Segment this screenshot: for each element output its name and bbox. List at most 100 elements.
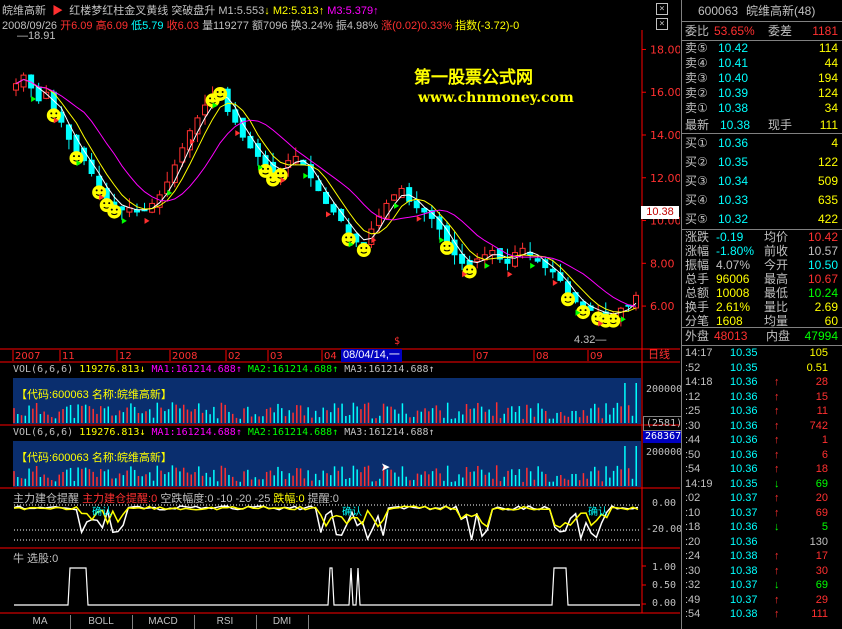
sell-row[interactable]: 卖① 10.38 34 <box>682 101 842 116</box>
smiley-eye <box>443 244 446 247</box>
tick-volume: 742 <box>809 419 828 432</box>
close-icon[interactable]: × <box>656 3 668 15</box>
stock-name: 皖维高新 <box>2 5 46 17</box>
formula-name: 红楼梦红柱金叉黄线 <box>69 5 169 17</box>
candle-body <box>549 268 556 273</box>
tick-time: 14:19 <box>685 477 713 490</box>
smiley-icon <box>356 243 371 258</box>
sell-row[interactable]: 卖③ 10.40 194 <box>682 71 842 86</box>
time-axis-label: 08 <box>536 351 549 362</box>
vol-tag-1: (2581) <box>643 416 686 431</box>
bar-amount: 额7096 <box>252 20 288 32</box>
flag-marker-icon <box>121 217 127 224</box>
sell-row[interactable]: 卖② 10.39 124 <box>682 86 842 101</box>
arrow-up-icon: ↑ <box>428 364 435 375</box>
vol1-header: VOL(6,6,6) 119276.813↓ MA1:161214.688↑ M… <box>13 364 435 375</box>
y-tick-label: 18.00 <box>650 43 680 56</box>
watermark-title: 第一股票公式网 <box>414 68 533 88</box>
buy-row[interactable]: 买④ 10.33 635 <box>682 191 842 209</box>
tick-arrow-icon: ↑ <box>774 434 780 446</box>
stat-label: 最低 <box>764 286 789 300</box>
period-label[interactable]: 日线 <box>648 349 670 362</box>
tab-rsi[interactable]: RSI <box>194 615 257 629</box>
max-price-label: —18.91 <box>17 30 56 42</box>
tick-volume: 5 <box>821 521 828 533</box>
latest-label: 最新 <box>685 118 710 132</box>
smiley-eye <box>77 155 80 158</box>
kline-chart-area[interactable]: 18.00 16.00 14.00 12.00 10.00 8.00 6.00 2007 11… <box>0 0 686 629</box>
tick-volume: 17 <box>815 550 828 562</box>
buy-label: 买③ <box>685 174 708 188</box>
smiley-eye <box>594 315 597 318</box>
buy-row[interactable]: 买③ 10.34 509 <box>682 172 842 190</box>
stat-label: 最高 <box>764 272 789 286</box>
tick-price: 10.37 <box>730 492 758 504</box>
stat-label: 量比 <box>764 300 789 314</box>
buy-row[interactable]: 买⑤ 10.32 422 <box>682 210 842 228</box>
sell-row[interactable]: 卖⑤ 10.42 114 <box>682 41 842 56</box>
candle-body <box>512 252 519 267</box>
tick-row: :18 10.36 ↓ 5 <box>682 520 842 535</box>
smiley-eye <box>209 97 212 100</box>
zl-axis-0: 0.00 <box>652 498 677 509</box>
tick-arrow-icon: ↑ <box>774 564 780 577</box>
vol2-title: VOL(6,6,6) <box>13 427 74 438</box>
niu-axis-1: 0.50 <box>652 580 677 591</box>
formula-marker-icon: ▶ <box>49 5 67 17</box>
time-axis-label: 2008 <box>172 351 197 362</box>
smiley-eye <box>614 317 617 320</box>
candle-body <box>489 249 496 256</box>
stat-value: 10.42 <box>807 230 838 244</box>
tick-price: 10.35 <box>730 347 758 359</box>
bar-amplitude: 振4.98% <box>335 20 379 32</box>
smiley-eye <box>110 208 113 211</box>
sell-price: 10.41 <box>718 56 749 70</box>
vol-tag-2: 268367 <box>643 431 684 443</box>
xianshou-value: 111 <box>819 118 838 132</box>
buy-row[interactable]: 买① 10.36 4 <box>682 134 842 152</box>
arrow-down-icon: ↓ <box>139 427 146 438</box>
tick-volume: 15 <box>815 390 828 403</box>
tick-arrow-icon: ↑ <box>774 419 780 432</box>
stat-value: 10.57 <box>807 244 838 258</box>
tick-arrow-icon: ↑ <box>774 608 780 620</box>
close-icon[interactable]: × <box>656 18 668 30</box>
tick-volume: 105 <box>809 347 828 359</box>
tab-ma[interactable]: MA <box>10 615 71 629</box>
stat-value: 4.07% <box>716 258 751 272</box>
arrow-down-icon: ↓ <box>264 5 270 17</box>
arrow-up-icon: ↑ <box>332 427 339 438</box>
tick-price: 10.35 <box>730 361 758 374</box>
vol2-info: 【代码:600063 名称:皖维高新】 <box>16 452 172 464</box>
vol2-value: 119276.813 <box>79 427 140 438</box>
tick-price: 10.36 <box>730 521 758 533</box>
tick-arrow-icon: ↑ <box>774 593 780 606</box>
flag-marker-icon <box>326 211 331 218</box>
vol1-ma2: MA2:161214.688 <box>247 364 333 375</box>
tick-price: 10.36 <box>730 376 758 388</box>
smiley-eye <box>50 112 53 115</box>
arrow-up-icon: ↑ <box>428 427 435 438</box>
tab-dmi[interactable]: DMI <box>256 615 309 629</box>
weibi-label: 委比 <box>685 24 710 38</box>
sell-row[interactable]: 卖④ 10.41 44 <box>682 56 842 71</box>
tab-macd[interactable]: MACD <box>132 615 195 629</box>
tick-volume: 1 <box>821 434 828 446</box>
smiley-eye <box>471 268 474 271</box>
tick-price: 10.36 <box>730 434 758 446</box>
candle-body <box>330 204 337 213</box>
smiley-eye <box>100 189 103 192</box>
sell-price: 10.40 <box>718 71 749 85</box>
smiley-eye <box>277 172 280 175</box>
flag-marker-icon <box>144 217 150 224</box>
bar-close: 收6.03 <box>166 20 199 32</box>
candle-body <box>202 104 209 116</box>
tick-row: :30 10.36 ↑ 742 <box>682 419 842 434</box>
tick-volume: 11 <box>816 405 828 417</box>
time-axis: 2007 11 12 2008 02 03 04 07 08 09 <box>12 350 603 362</box>
tick-row: :50 10.36 ↑ 6 <box>682 448 842 463</box>
buy-row[interactable]: 买② 10.35 122 <box>682 153 842 171</box>
tab-boll[interactable]: BOLL <box>70 615 133 629</box>
chart-canvas[interactable]: 18.0016.0014.0012.0010.008.006.00 2007 11… <box>0 0 680 629</box>
stat-label: 总手 <box>685 272 710 286</box>
